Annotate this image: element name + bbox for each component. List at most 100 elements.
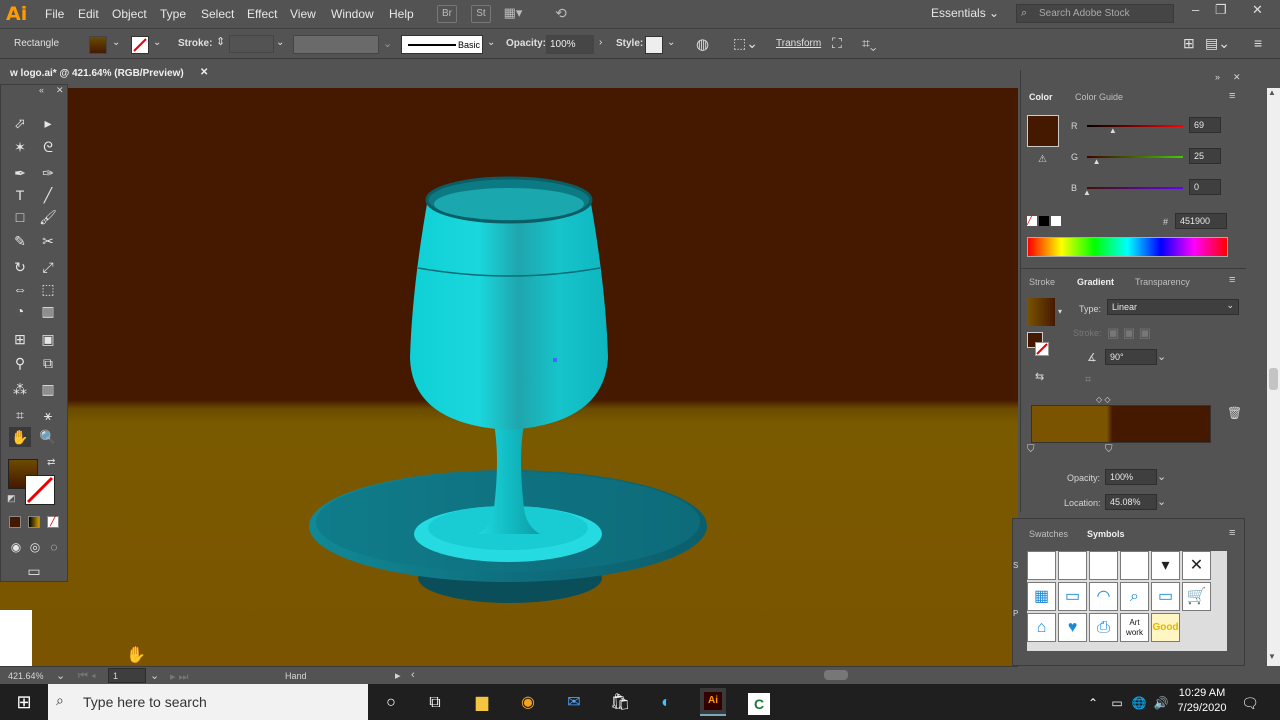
stroke-weight-field[interactable]	[229, 35, 274, 53]
red-slider[interactable]	[1087, 125, 1183, 127]
close-tab-icon[interactable]: ✕	[200, 67, 208, 78]
fill-swatch[interactable]	[89, 36, 107, 54]
midpoint-diamond-icon[interactable]: ◇ ◇	[1096, 395, 1111, 404]
tab-color-guide[interactable]: Color Guide	[1069, 88, 1129, 106]
gradient-preview-swatch[interactable]	[1027, 298, 1055, 326]
stroke-color-icon[interactable]	[25, 475, 55, 505]
symbol-window[interactable]: ▭	[1151, 582, 1180, 611]
panel-toggle-icon[interactable]: ▤⌄	[1205, 35, 1230, 52]
shape-builder-tool-icon[interactable]: ◔	[9, 301, 31, 321]
align-to-icon[interactable]: ⬚⌄	[733, 35, 758, 52]
symbol-calendar[interactable]: ▦	[1027, 582, 1056, 611]
chevron-down-icon[interactable]: ⌄	[150, 669, 159, 682]
bridge-icon[interactable]: Br	[437, 5, 457, 23]
tab-color[interactable]: Color	[1023, 88, 1059, 106]
gradient-mode-icon[interactable]	[28, 516, 40, 528]
zoom-tool-icon[interactable]: 🔍	[37, 427, 59, 447]
symbol-film[interactable]: ▭	[1058, 582, 1087, 611]
shaper-tool-icon[interactable]: ✎	[9, 231, 31, 251]
free-transform-tool-icon[interactable]: ⬚	[37, 279, 59, 299]
panel-menu-icon[interactable]: ≡	[1229, 527, 1235, 539]
lasso-tool-icon[interactable]: ᘓ	[37, 137, 59, 157]
chevron-down-icon[interactable]: ⌄	[383, 37, 393, 52]
line-tool-icon[interactable]: ╱	[37, 185, 59, 205]
restore-icon[interactable]: ❐	[1215, 2, 1227, 18]
pen-tool-icon[interactable]: ✒	[9, 163, 31, 183]
horizontal-scrollbar-thumb[interactable]	[824, 670, 848, 680]
menu-effect[interactable]: Effect	[247, 7, 277, 21]
status-menu-icon[interactable]: ▸	[395, 669, 401, 682]
vertical-scrollbar-thumb[interactable]	[1269, 368, 1278, 390]
symbol-print[interactable]: ⎙	[1089, 613, 1118, 642]
zoom-level[interactable]: 421.64%	[8, 671, 44, 681]
symbol-artwork[interactable]: Art work	[1120, 613, 1149, 642]
stock-search-input[interactable]: Search Adobe Stock	[1016, 4, 1174, 23]
arrange-icon[interactable]: ⊞	[1183, 35, 1195, 52]
scroll-up-icon[interactable]: ▲	[1268, 88, 1276, 97]
cortana-icon[interactable]: ○	[381, 693, 401, 713]
paintbrush-tool-icon[interactable]: 🖌	[37, 207, 59, 227]
recolor-artwork-icon[interactable]: ◍	[696, 35, 709, 53]
mesh-tool-icon[interactable]: ⊞	[9, 329, 31, 349]
scroll-down-icon[interactable]: ▼	[1268, 652, 1276, 661]
gradient-type-select[interactable]: Linear ⌄	[1107, 299, 1239, 315]
direct-selection-tool-icon[interactable]: ▸	[37, 113, 59, 133]
first-artboard-icon[interactable]: ⏮ ◂	[78, 670, 96, 683]
close-icon[interactable]: ✕	[56, 85, 64, 96]
tab-stroke[interactable]: Stroke	[1023, 273, 1061, 291]
location-field[interactable]: 45.08%	[1105, 494, 1157, 510]
chevron-down-icon[interactable]: ⌄	[276, 37, 284, 48]
delete-stop-icon[interactable]: 🗑	[1227, 406, 1242, 420]
menu-edit[interactable]: Edit	[78, 7, 99, 21]
tab-symbols[interactable]: Symbols	[1081, 525, 1131, 543]
artboard-number-field[interactable]: 1	[108, 668, 146, 683]
symbol-button-4[interactable]	[1120, 551, 1149, 580]
battery-icon[interactable]: ▭	[1107, 693, 1127, 713]
color-spectrum[interactable]	[1027, 237, 1228, 257]
file-explorer-icon[interactable]: ▆	[472, 693, 492, 713]
hex-value[interactable]: 451900	[1175, 213, 1227, 229]
none-color-icon[interactable]: ╱	[1027, 216, 1037, 226]
green-slider[interactable]	[1087, 156, 1183, 158]
fill-stroke-stroke-icon[interactable]	[1035, 342, 1049, 356]
vertical-scrollbar[interactable]: ▲ ▼	[1267, 88, 1280, 666]
none-mode-icon[interactable]: ╱	[47, 516, 59, 528]
select-similar-icon[interactable]: ⌗⌄	[862, 35, 877, 52]
default-colors-icon[interactable]: ◩	[7, 493, 16, 504]
network-icon[interactable]: 🌐	[1129, 693, 1149, 713]
swap-colors-icon[interactable]: ⇄	[47, 457, 55, 468]
close-icon[interactable]: ✕	[1252, 2, 1263, 18]
chevron-down-icon[interactable]: ⌄	[667, 37, 675, 48]
symbol-home[interactable]: ⌂	[1027, 613, 1056, 642]
symbol-rss[interactable]: ◠	[1089, 582, 1118, 611]
gradient-stop-right[interactable]: ⛉	[1105, 444, 1113, 455]
green-slider-thumb[interactable]: ▲	[1093, 157, 1101, 166]
symbol-cart[interactable]: 🛒	[1182, 582, 1211, 611]
menu-view[interactable]: View	[290, 7, 316, 21]
scroll-left-icon[interactable]: ‹	[411, 669, 415, 681]
panel-menu-icon[interactable]: ≡	[1229, 274, 1235, 286]
white-color-icon[interactable]	[1051, 216, 1061, 226]
chevron-down-icon[interactable]: ⌄	[1157, 495, 1166, 508]
windows-start-icon[interactable]: ⊞	[14, 692, 34, 712]
out-of-gamut-icon[interactable]: ⚠	[1038, 154, 1047, 165]
green-value[interactable]: 25	[1189, 148, 1221, 164]
variable-width-profile[interactable]	[293, 35, 379, 54]
symbol-button-3[interactable]	[1089, 551, 1118, 580]
scissors-tool-icon[interactable]: ✂	[37, 231, 59, 251]
gradient-stop-left[interactable]: ⛉	[1027, 444, 1035, 455]
menu-help[interactable]: Help	[389, 7, 414, 21]
symbol-heart[interactable]: ♥	[1058, 613, 1087, 642]
workspace-switcher[interactable]: Essentials ⌄	[931, 6, 999, 20]
gpu-performance-icon[interactable]: ⟲	[551, 5, 571, 23]
chevron-down-icon[interactable]: ⌄	[112, 37, 120, 48]
curvature-tool-icon[interactable]: ✑	[37, 163, 59, 183]
menu-object[interactable]: Object	[112, 7, 147, 21]
stroke-gradient-options-icon[interactable]: ▣ ▣ ▣	[1107, 325, 1151, 341]
eyedropper-tool-icon[interactable]: ⚲	[9, 353, 31, 373]
symbol-button-2[interactable]	[1058, 551, 1087, 580]
collapse-panels-icon[interactable]: »	[1215, 72, 1220, 82]
chevron-down-icon[interactable]: ▾	[1058, 307, 1062, 316]
menu-select[interactable]: Select	[201, 7, 234, 21]
store-icon[interactable]: 🛍	[610, 693, 630, 713]
